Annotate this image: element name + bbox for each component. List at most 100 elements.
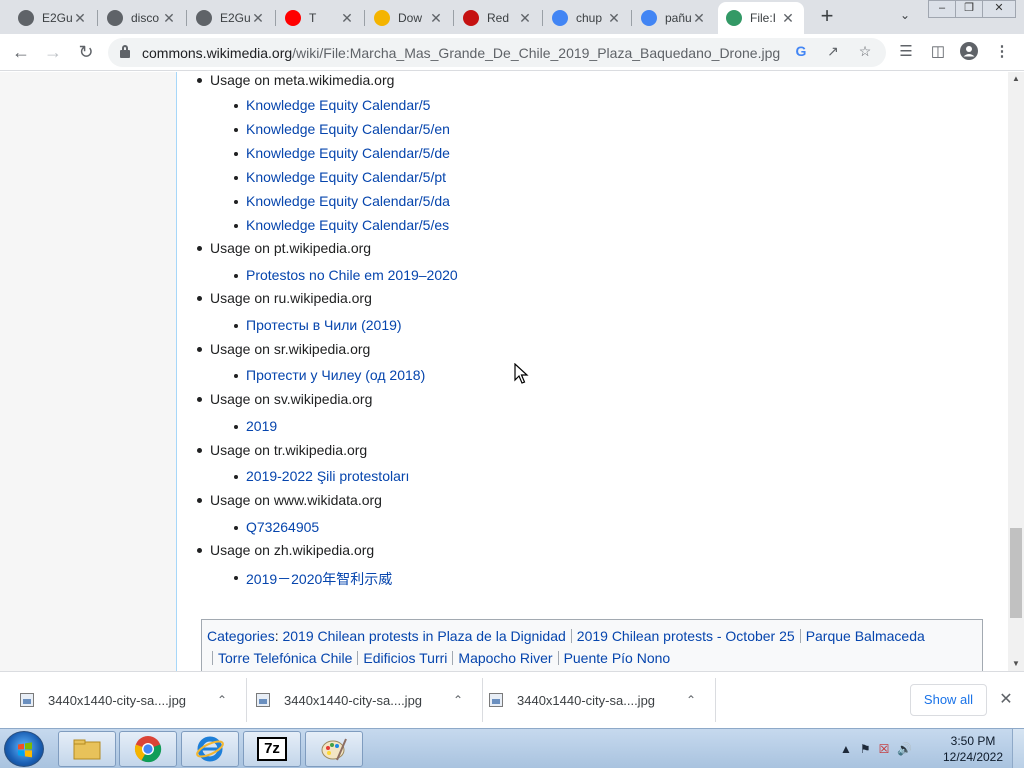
close-tab-icon[interactable]: ✕ (780, 10, 796, 26)
colorful-icon (374, 10, 390, 26)
side-panel-icon[interactable]: ◫ (928, 42, 948, 62)
usage-link[interactable]: 2019-2022 Şili protestoları (233, 468, 409, 484)
browser-tab[interactable]: E2Gu ✕ (10, 2, 96, 34)
usage-link[interactable]: Protestos no Chile em 2019–2020 (234, 267, 458, 283)
browser-tab[interactable]: Dow ✕ (366, 2, 452, 34)
lock-icon[interactable] (120, 45, 130, 58)
tab-search-icon[interactable]: ⌄ (896, 8, 914, 26)
usage-link[interactable]: Q73264905 (233, 519, 319, 535)
vertical-scrollbar[interactable]: ▲ ▼ (1008, 72, 1024, 671)
bookmark-star-icon[interactable]: ☆ (856, 43, 874, 61)
category-separator (570, 629, 572, 643)
show-hidden-icons-icon[interactable]: ▲ (840, 742, 852, 756)
menu-icon[interactable]: ⋮ (992, 42, 1012, 62)
download-item[interactable]: 3440x1440-city-sa....jpg ⌃ (236, 678, 483, 722)
close-tab-icon[interactable]: ✕ (428, 10, 444, 26)
action-center-icon[interactable]: ⚑ (860, 742, 871, 756)
clock-date: 12/24/2022 (942, 750, 1004, 764)
internet-explorer-taskbar-button[interactable] (181, 731, 239, 767)
7zip-icon: 7z (257, 737, 287, 761)
volume-icon[interactable]: 🔊 (897, 742, 912, 756)
tab-separator (364, 10, 365, 26)
reload-button[interactable]: ↻ (75, 42, 97, 64)
usage-link[interactable]: Протести у Чилеу (од 2018) (233, 367, 425, 383)
url-text[interactable]: commons.wikimedia.org/wiki/File:Marcha_M… (142, 45, 780, 61)
chevron-up-icon[interactable]: ⌃ (214, 693, 230, 707)
categories-label-link[interactable]: Categories (207, 628, 275, 644)
close-tab-icon[interactable]: ✕ (161, 10, 177, 26)
browser-tab[interactable]: disco ✕ (99, 2, 185, 34)
start-button[interactable] (4, 731, 44, 767)
url-path: /wiki/File:Marcha_Mas_Grande_De_Chile_20… (292, 45, 781, 61)
scrollbar-thumb[interactable] (1010, 528, 1022, 618)
scroll-down-arrow[interactable]: ▼ (1008, 657, 1024, 671)
browser-tab[interactable]: chup ✕ (544, 2, 630, 34)
mouse-cursor-icon (514, 363, 529, 384)
tab-separator (453, 10, 454, 26)
category-link[interactable]: Torre Telefónica Chile (218, 650, 352, 666)
browser-tab[interactable]: T ✕ (277, 2, 363, 34)
usage-site-heading: Usage on pt.wikipedia.org (196, 240, 372, 256)
restore-button[interactable]: ❐ (955, 0, 983, 18)
paint-taskbar-button[interactable] (305, 731, 363, 767)
usage-link[interactable]: Knowledge Equity Calendar/5/pt (233, 169, 446, 185)
windows-taskbar: 7z ▲ ⚑ ☒ 🔊 3:50 PM 12/24/2022 (0, 728, 1024, 768)
chevron-up-icon[interactable]: ⌃ (683, 693, 699, 707)
share-icon[interactable]: ↗ (824, 43, 842, 61)
back-button[interactable]: ← (10, 42, 32, 64)
usage-link[interactable]: Knowledge Equity Calendar/5/es (233, 217, 449, 233)
download-item[interactable]: 3440x1440-city-sa....jpg ⌃ (469, 678, 716, 722)
usage-link[interactable]: Knowledge Equity Calendar/5/da (234, 193, 450, 209)
usage-link[interactable]: Knowledge Equity Calendar/5/de (234, 145, 450, 161)
internet-explorer-icon (196, 736, 224, 762)
tab-separator (542, 10, 543, 26)
close-tab-icon[interactable]: ✕ (517, 10, 533, 26)
tab-title: File:I (750, 11, 777, 25)
show-all-downloads-button[interactable]: Show all (910, 684, 987, 716)
close-tab-icon[interactable]: ✕ (339, 10, 355, 26)
scroll-up-arrow[interactable]: ▲ (1008, 72, 1024, 86)
category-link[interactable]: 2019 Chilean protests in Plaza de la Dig… (282, 628, 565, 644)
close-tab-icon[interactable]: ✕ (691, 10, 707, 26)
category-link[interactable]: Edificios Turri (363, 650, 447, 666)
chrome-taskbar-button[interactable] (119, 731, 177, 767)
usage-site-heading: Usage on zh.wikipedia.org (196, 542, 375, 558)
among-us-icon (463, 10, 479, 26)
new-tab-button[interactable]: + (816, 5, 838, 28)
google-lens-icon[interactable]: G (792, 43, 810, 61)
media-control-icon[interactable]: ☰ (896, 42, 916, 62)
usage-link[interactable]: Knowledge Equity Calendar/5/en (234, 121, 450, 137)
browser-tab[interactable]: E2Gu ✕ (188, 2, 274, 34)
browser-tab[interactable]: File:I ✕ (718, 2, 804, 34)
category-link[interactable]: Puente Pío Nono (564, 650, 671, 666)
profile-avatar[interactable] (959, 42, 979, 62)
close-tab-icon[interactable]: ✕ (250, 10, 266, 26)
network-icon[interactable]: ☒ (879, 742, 890, 756)
browser-tab[interactable]: Red ✕ (455, 2, 541, 34)
tab-strip: + ⌄ – ❐ ✕ E2Gu ✕ disco ✕ E2Gu ✕ T ✕ Dow ✕ Red ✕ chup… (0, 0, 1024, 34)
left-sidebar (0, 72, 177, 671)
system-clock[interactable]: 3:50 PM 12/24/2022 (940, 733, 1006, 765)
close-tab-icon[interactable]: ✕ (72, 10, 88, 26)
usage-link[interactable]: 2019－2020年智利示威 (233, 569, 392, 589)
address-bar[interactable]: commons.wikimedia.org/wiki/File:Marcha_M… (108, 38, 886, 67)
close-window-button[interactable]: ✕ (982, 0, 1016, 18)
category-link[interactable]: Parque Balmaceda (806, 628, 925, 644)
browser-tab[interactable]: pañu ✕ (633, 2, 715, 34)
usage-link[interactable]: Knowledge Equity Calendar/5 (233, 97, 430, 113)
chevron-up-icon[interactable]: ⌃ (450, 693, 466, 707)
usage-link[interactable]: Протесты в Чили (2019) (234, 317, 402, 333)
forward-button[interactable]: → (42, 42, 64, 64)
category-link[interactable]: 2019 Chilean protests - October 25 (577, 628, 795, 644)
7zip-taskbar-button[interactable]: 7z (243, 731, 301, 767)
clock-time: 3:50 PM (950, 734, 996, 748)
close-tab-icon[interactable]: ✕ (606, 10, 622, 26)
explorer-taskbar-button[interactable] (58, 731, 116, 767)
usage-link[interactable]: 2019 (233, 418, 277, 434)
image-file-icon (20, 693, 34, 707)
minimize-button[interactable]: – (928, 0, 956, 18)
close-download-bar-icon[interactable]: ✕ (996, 690, 1016, 710)
show-desktop-button[interactable] (1012, 729, 1024, 768)
download-item[interactable]: 3440x1440-city-sa....jpg ⌃ (0, 678, 247, 722)
category-link[interactable]: Mapocho River (458, 650, 552, 666)
